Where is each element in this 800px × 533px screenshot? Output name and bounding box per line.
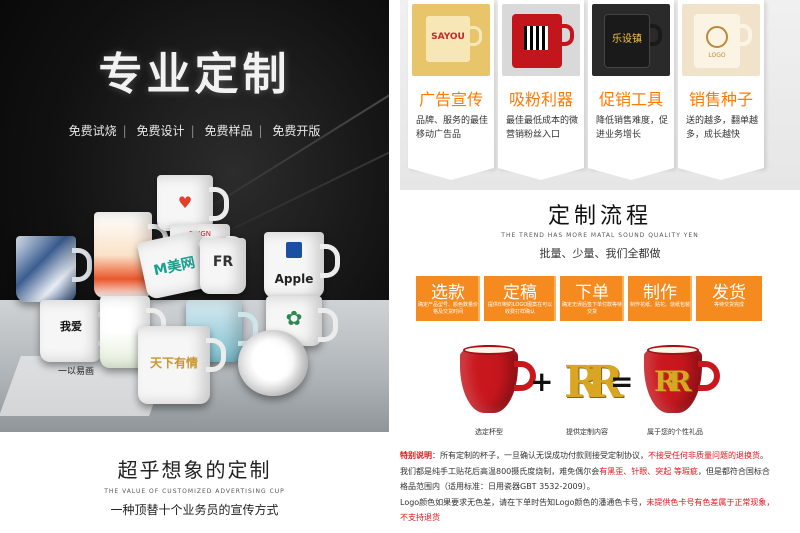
process-step: 下单 确定无误后签下单付款等待交货 <box>560 276 624 321</box>
cup-caption: 选定杯型 <box>475 428 503 436</box>
process-step: 定稿 提供印制的LOGO图案在可以收费打样确认 <box>484 276 556 321</box>
step-label: 选款 <box>431 283 465 303</box>
card-caption: 促销工具 <box>598 90 663 109</box>
hero-title: 专业定制 <box>98 49 291 100</box>
card-caption: 销售种子 <box>688 90 753 109</box>
hero-banner: 专业定制 免费试烧| 免费设计| 免费样品| 免费开版 ♥ REIGN M美网 <box>0 0 389 432</box>
process-steps: 选款 确定产品型号、颜色数量价格及交货时间 定稿 提供印制的LOGO图案在可以收… <box>416 276 784 321</box>
hero-tags: 免费试烧 | 免费设计 | 免费样品 | 免费开版 <box>68 124 321 138</box>
mug-tipped <box>238 330 308 396</box>
equals-sign: = <box>610 365 634 398</box>
mug-label: M美网 <box>152 254 197 280</box>
benefit-card: SAYOU 广告宣传 品牌、服务的最佳移动广告品 <box>408 0 494 180</box>
mug-gold-text: 天下有情 <box>138 326 226 404</box>
card-caption: 广告宣传 <box>418 90 483 109</box>
note-line: 特别说明：所有定制的杯子，一旦确认无误成功付款则接受定制协议，不接受任何非质量问… <box>400 451 768 460</box>
note-line: 不支持退货 <box>400 513 440 522</box>
customization-equation: 选定杯型 + RR 提供定制内容 = RR 属于您的个性礼品 <box>400 335 800 436</box>
process-subtitle: 批量、少量、我们全都做 <box>539 247 661 260</box>
mug-love: 我爱 <box>40 300 118 362</box>
step-label: 下单 <box>575 283 609 303</box>
red-mug-custom: RR <box>644 345 720 413</box>
card-image: 乐设镇 <box>592 4 670 76</box>
hero-tag: 免费样品 <box>204 124 253 138</box>
left-subsection: 超乎想象的定制 THE VALUE OF CUSTOMIZED ADVERTIS… <box>0 432 389 533</box>
benefit-cards: SAYOU 广告宣传 品牌、服务的最佳移动广告品 吸粉利器 最佳最低成本的微营销… <box>400 0 800 190</box>
mug-apple: Apple <box>264 232 340 298</box>
logo-icon <box>706 26 728 48</box>
red-mug <box>460 345 536 413</box>
logo-caption: 提供定制内容 <box>566 428 608 436</box>
section-subtitle-en: THE VALUE OF CUSTOMIZED ADVERTISING CUP <box>104 488 285 495</box>
step-label: 制作 <box>643 283 677 303</box>
benefit-card: LOGO 销售种子 送的越多，翻单越多，成长越快 <box>678 0 764 180</box>
card-image: LOGO <box>682 4 760 76</box>
left-panel: 专业定制 免费试烧| 免费设计| 免费样品| 免费开版 ♥ REIGN M美网 <box>0 0 389 533</box>
step-description: 提供印制的LOGO图案在可以收费打样确认 <box>487 302 553 315</box>
note-line: 我们都是纯手工贴花后高温800摄氏度烧制，难免偶尔会有黑歪、针眼、突起 等瑕疵，… <box>400 466 770 476</box>
step-description: 等待交货完成 <box>713 302 744 308</box>
note-line: 格品范围内（适用标准：日用瓷器GBT 3532-2009）。 <box>400 482 595 491</box>
step-description: 确定无误后签下单付款等待交货 <box>562 302 623 315</box>
right-panel: SAYOU 广告宣传 品牌、服务的最佳移动广告品 吸粉利器 最佳最低成本的微营销… <box>400 0 800 533</box>
mug-blue-pattern <box>16 236 92 302</box>
card-description: 送的越多，翻单越多，成长越快 <box>686 116 759 140</box>
step-label: 发货 <box>712 283 746 303</box>
process-step: 制作 制作花纸、贴花、烧纸包装 <box>628 276 692 321</box>
mug-flamingo: ♥ <box>157 175 229 231</box>
step-label: 定稿 <box>503 283 537 303</box>
mug-label: 我爱 <box>60 320 82 333</box>
mug-label: Apple <box>274 272 314 286</box>
process-step: 发货 等待交货完成 <box>696 276 762 321</box>
panel-divider <box>389 0 400 533</box>
card-description: 品牌、服务的最佳移动广告品 <box>416 116 489 140</box>
process-title: 定制流程 <box>547 204 652 229</box>
card-caption: 吸粉利器 <box>508 90 573 109</box>
hero-tag: 免费试烧 <box>68 124 117 138</box>
mug-fr: FR <box>200 238 246 294</box>
qr-icon <box>524 26 548 50</box>
mug-label: 天下有情 <box>149 356 198 370</box>
card-image: SAYOU <box>412 4 490 76</box>
hero-tag: 免费设计 <box>136 124 185 138</box>
process-subtitle-en: THE TREND HAS MORE MATAL SOUND QUALITY Y… <box>501 232 699 239</box>
result-caption: 属于您的个性礼品 <box>647 428 703 436</box>
section-tagline: 一种顶替十个业务员的宣传方式 <box>110 503 279 517</box>
card-image <box>502 4 580 76</box>
card-description: 降低销售难度，促进业务增长 <box>596 116 669 140</box>
process-step: 选款 确定产品型号、颜色数量价格及交货时间 <box>416 276 480 321</box>
benefit-card: 吸粉利器 最佳最低成本的微营销粉丝入口 <box>498 0 584 180</box>
plus-sign: + <box>530 365 554 398</box>
step-description: 制作花纸、贴花、烧纸包装 <box>630 302 691 308</box>
special-notes: 特别说明：所有定制的杯子，一旦确认无误成功付款则接受定制协议，不接受任何非质量问… <box>400 448 800 526</box>
mug-label: 一以易画 <box>57 367 94 377</box>
card-description: 最佳最低成本的微营销粉丝入口 <box>506 116 579 140</box>
mug-yi: 一以易画 <box>44 364 108 384</box>
section-title: 超乎想象的定制 <box>117 458 272 482</box>
benefit-card: 乐设镇 促销工具 降低销售难度，促进业务增长 <box>588 0 674 180</box>
note-line: Logo颜色如果要求无色差，请在下单时告知Logo颜色的潘通色卡号，未提供色卡号… <box>400 497 775 507</box>
hero-tag: 免费开版 <box>272 124 321 138</box>
step-description: 确定产品型号、颜色数量价格及交货时间 <box>418 302 479 315</box>
